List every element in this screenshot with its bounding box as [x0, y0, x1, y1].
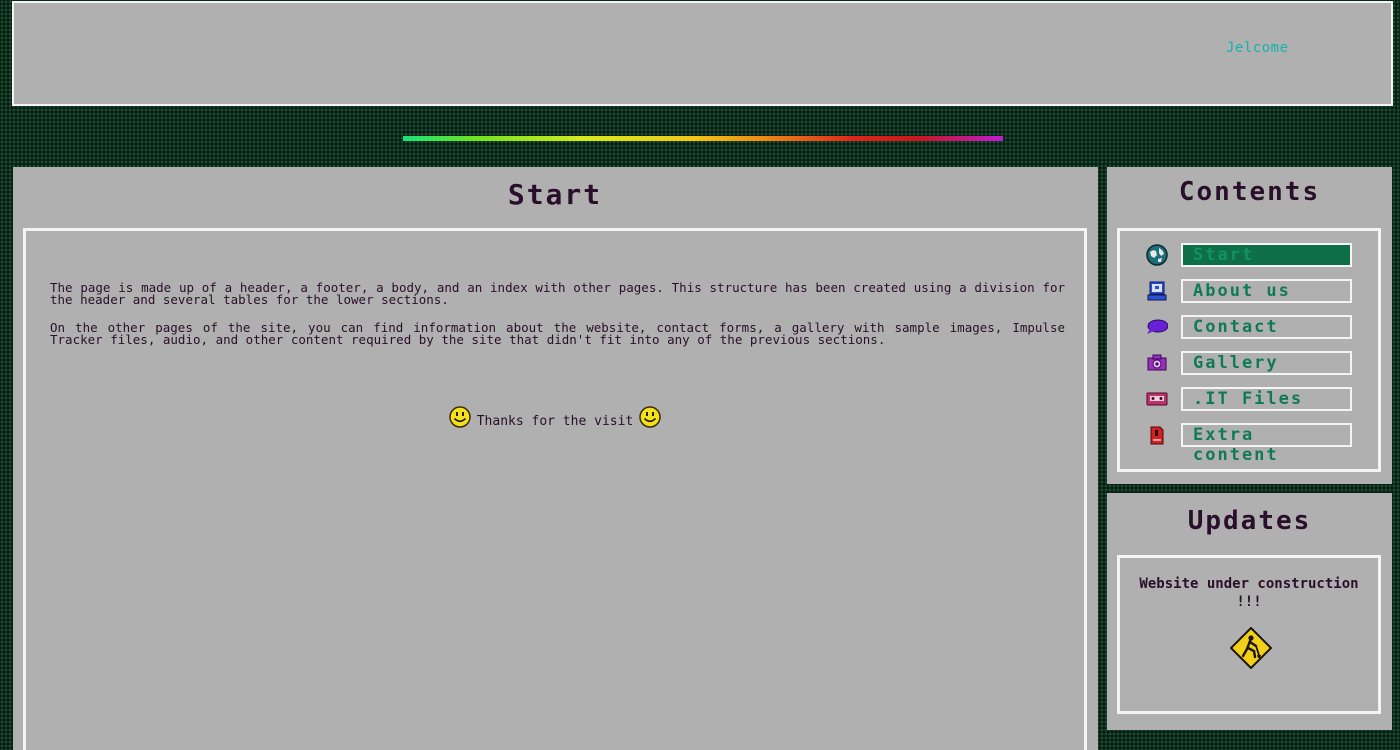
nav-button-it-files[interactable]: .IT Files: [1181, 387, 1352, 411]
under-construction-icon: [1229, 626, 1273, 673]
nav-item-about-us[interactable]: About us: [1120, 279, 1378, 303]
nav-button-about-us[interactable]: About us: [1181, 279, 1352, 303]
contents-title: Contents: [1178, 177, 1321, 207]
intro-paragraph: The page is made up of a header, a foote…: [50, 280, 1065, 307]
updates-line-2: !!!: [1236, 594, 1262, 610]
nav-button-contact[interactable]: Contact: [1181, 315, 1352, 339]
camera-icon: [1146, 352, 1168, 374]
updates-line-1: Website under construction: [1139, 576, 1359, 592]
thanks-text: Thanks for the visit: [476, 414, 634, 429]
smiley-icon: [639, 406, 662, 432]
globe-icon: [1146, 244, 1168, 266]
info-paragraph: On the other pages of the site, you can …: [50, 320, 1065, 347]
thanks-line: Thanks for the visit: [26, 406, 1084, 432]
nav-item-extra-content[interactable]: Extra content: [1120, 423, 1378, 465]
nav-button-gallery[interactable]: Gallery: [1181, 351, 1352, 375]
nav-item-start[interactable]: Start: [1120, 243, 1378, 267]
main-content-box: The page is made up of a header, a foote…: [23, 228, 1087, 750]
header: Jelcome: [12, 1, 1393, 106]
computer-icon: [1146, 280, 1168, 302]
memory-card-icon: [1146, 424, 1168, 446]
welcome-text: Jelcome: [1226, 40, 1289, 56]
updates-title: Updates: [1187, 506, 1312, 536]
cassette-icon: [1146, 388, 1168, 410]
updates-message: Website under construction !!!: [1120, 575, 1378, 611]
contents-nav: Start About us Contact Gallery .IT Files…: [1117, 228, 1381, 472]
nav-item-gallery[interactable]: Gallery: [1120, 351, 1378, 375]
nav-item-it-files[interactable]: .IT Files: [1120, 387, 1378, 411]
nav-button-extra-content[interactable]: Extra content: [1181, 423, 1352, 465]
smiley-icon: [448, 406, 471, 432]
page-title: Start: [507, 178, 603, 211]
nav-item-contact[interactable]: Contact: [1120, 315, 1378, 339]
updates-panel: Updates Website under construction !!!: [1107, 493, 1392, 730]
speech-bubble-icon: [1146, 316, 1169, 338]
contents-panel: Contents Start About us Contact Gallery …: [1107, 167, 1392, 484]
updates-box: Website under construction !!!: [1117, 555, 1381, 714]
nav-button-start[interactable]: Start: [1181, 243, 1352, 267]
rainbow-divider: [403, 136, 1003, 141]
